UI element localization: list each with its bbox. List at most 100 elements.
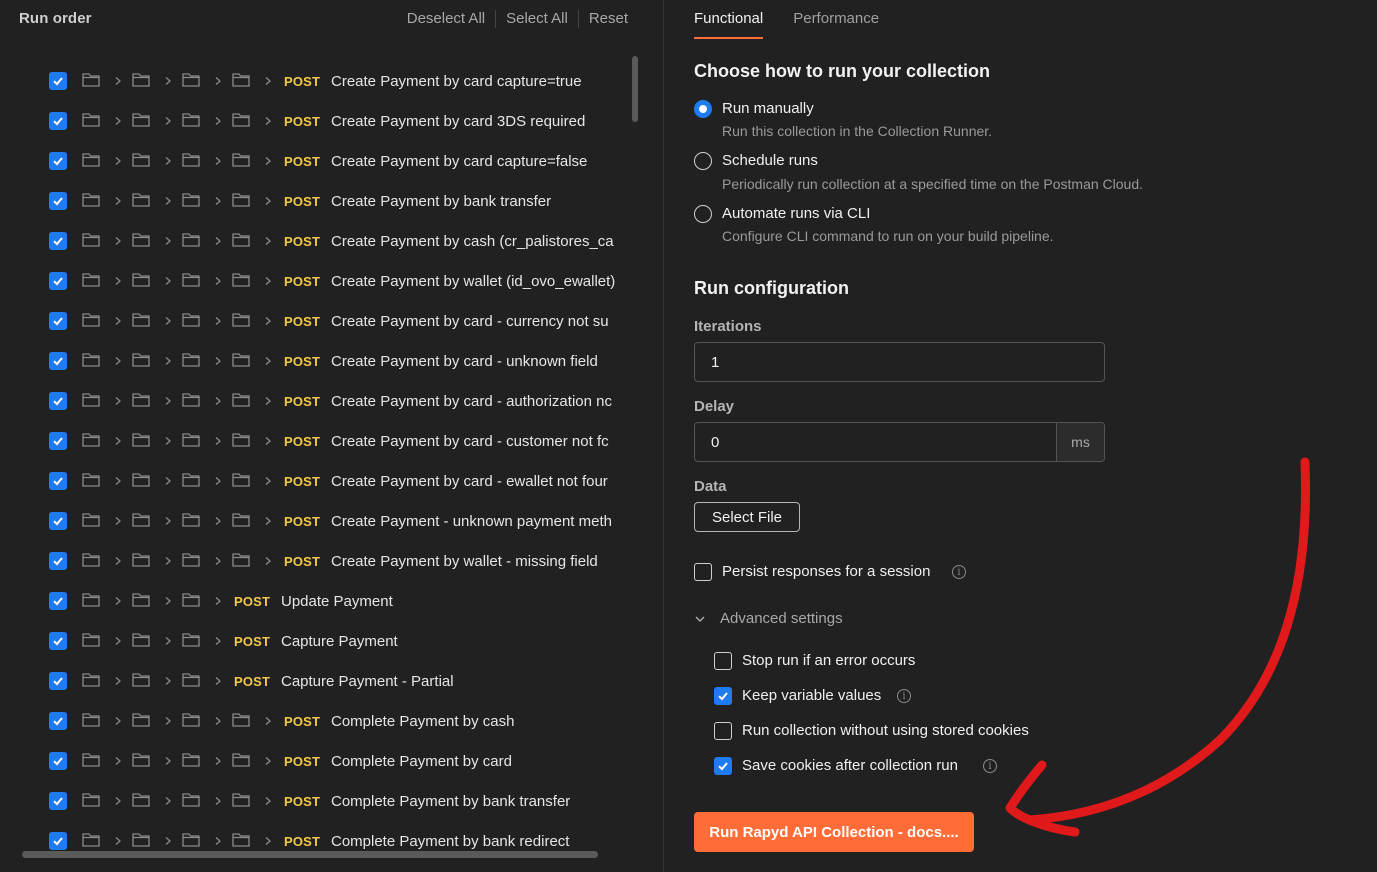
request-checkbox[interactable]	[49, 352, 67, 370]
request-checkbox[interactable]	[49, 192, 67, 210]
advanced-option-label[interactable]: Save cookies after collection run	[742, 757, 958, 774]
advanced-settings-toggle[interactable]: Advanced settings	[694, 610, 843, 627]
request-row[interactable]: POST Create Payment by card - authorizati…	[0, 381, 640, 421]
request-row[interactable]: POST Capture Payment	[0, 621, 640, 661]
request-name[interactable]: Create Payment by cash (cr_palistores_ca	[331, 233, 628, 250]
folder-segment	[232, 552, 282, 571]
request-name[interactable]: Complete Payment by bank redirect	[331, 833, 628, 850]
advanced-option-label[interactable]: Keep variable values	[742, 687, 881, 704]
request-row[interactable]: POST Complete Payment by card	[0, 741, 640, 781]
request-name[interactable]: Create Payment by wallet - missing field	[331, 553, 628, 570]
request-name[interactable]: Create Payment - unknown payment meth	[331, 513, 628, 530]
request-row[interactable]: POST Create Payment by wallet (id_ovo_ewa…	[0, 261, 640, 301]
iterations-input[interactable]: 1	[694, 342, 1105, 382]
request-name[interactable]: Create Payment by card capture=false	[331, 153, 628, 170]
folder-segment	[82, 352, 132, 371]
request-checkbox[interactable]	[49, 552, 67, 570]
request-name[interactable]: Create Payment by wallet (id_ovo_ewallet…	[331, 273, 628, 290]
delay-input[interactable]: 0 ms	[694, 422, 1105, 462]
automate-cli-radio[interactable]	[694, 205, 712, 223]
persist-responses-label[interactable]: Persist responses for a session	[722, 563, 930, 580]
request-name[interactable]: Capture Payment - Partial	[281, 673, 628, 690]
request-name[interactable]: Create Payment by card capture=true	[331, 73, 628, 90]
request-checkbox[interactable]	[49, 112, 67, 130]
request-row[interactable]: POST Update Payment	[0, 581, 640, 621]
chevron-right-icon	[250, 233, 273, 250]
request-checkbox[interactable]	[49, 712, 67, 730]
advanced-option-label[interactable]: Run collection without using stored cook…	[742, 722, 1029, 739]
request-checkbox[interactable]	[49, 272, 67, 290]
request-checkbox[interactable]	[49, 72, 67, 90]
folder-segment	[232, 712, 282, 731]
request-row[interactable]: POST Create Payment by card 3DS required	[0, 101, 640, 141]
request-row[interactable]: POST Create Payment by card - customer no…	[0, 421, 640, 461]
advanced-option-checkbox[interactable]	[714, 652, 732, 670]
request-row[interactable]: POST Create Payment by card - currency no…	[0, 301, 640, 341]
request-name[interactable]: Create Payment by card - ewallet not fou…	[331, 473, 628, 490]
request-checkbox[interactable]	[49, 832, 67, 850]
request-row[interactable]: POST Create Payment by card - unknown fie…	[0, 341, 640, 381]
schedule-runs-radio[interactable]	[694, 152, 712, 170]
folder-segment	[132, 392, 182, 411]
automate-cli-label[interactable]: Automate runs via CLI	[722, 205, 870, 222]
advanced-option-checkbox[interactable]	[714, 687, 732, 705]
schedule-runs-label[interactable]: Schedule runs	[722, 152, 818, 169]
folder-icon	[182, 312, 200, 331]
tab-performance[interactable]: Performance	[793, 10, 879, 39]
info-icon[interactable]: i	[952, 565, 966, 579]
request-name[interactable]: Create Payment by card - authorization n…	[331, 393, 628, 410]
select-file-button[interactable]: Select File	[694, 502, 800, 532]
run-manually-radio[interactable]	[694, 100, 712, 118]
request-name[interactable]: Create Payment by card 3DS required	[331, 113, 628, 130]
request-checkbox[interactable]	[49, 792, 67, 810]
info-icon[interactable]: i	[897, 689, 911, 703]
request-checkbox[interactable]	[49, 312, 67, 330]
tab-functional[interactable]: Functional	[694, 10, 764, 39]
select-all-button[interactable]: Select All	[495, 10, 578, 28]
reset-button[interactable]: Reset	[577, 10, 638, 28]
request-name[interactable]: Create Payment by bank transfer	[331, 193, 628, 210]
request-name[interactable]: Create Payment by card - currency not su	[331, 313, 628, 330]
request-method: POST	[284, 273, 321, 289]
request-row[interactable]: POST Create Payment by card capture=false	[0, 141, 640, 181]
request-row[interactable]: POST Create Payment by cash (cr_palistore…	[0, 221, 640, 261]
folder-segment	[232, 152, 282, 171]
run-manually-label[interactable]: Run manually	[722, 100, 814, 117]
request-checkbox[interactable]	[49, 392, 67, 410]
request-checkbox[interactable]	[49, 152, 67, 170]
request-checkbox[interactable]	[49, 432, 67, 450]
request-checkbox[interactable]	[49, 632, 67, 650]
request-name[interactable]: Complete Payment by bank transfer	[331, 793, 628, 810]
request-checkbox[interactable]	[49, 672, 67, 690]
advanced-option-label[interactable]: Stop run if an error occurs	[742, 652, 915, 669]
request-row[interactable]: POST Create Payment by card - ewallet not…	[0, 461, 640, 501]
request-row[interactable]: POST Create Payment by bank transfer	[0, 181, 640, 221]
request-checkbox[interactable]	[49, 472, 67, 490]
vertical-scrollbar[interactable]	[632, 56, 638, 122]
request-row[interactable]: POST Create Payment by wallet - missing f…	[0, 541, 640, 581]
request-checkbox[interactable]	[49, 752, 67, 770]
request-row[interactable]: POST Complete Payment by bank transfer	[0, 781, 640, 821]
persist-responses-checkbox[interactable]	[694, 563, 712, 581]
request-row[interactable]: POST Create Payment - unknown payment met…	[0, 501, 640, 541]
request-name[interactable]: Complete Payment by cash	[331, 713, 628, 730]
advanced-option-checkbox[interactable]	[714, 757, 732, 775]
request-row[interactable]: POST Capture Payment - Partial	[0, 661, 640, 701]
folder-segment	[82, 752, 132, 771]
request-row[interactable]: POST Complete Payment by cash	[0, 701, 640, 741]
advanced-option-checkbox[interactable]	[714, 722, 732, 740]
horizontal-scrollbar[interactable]	[22, 851, 598, 858]
request-name[interactable]: Complete Payment by card	[331, 753, 628, 770]
request-checkbox[interactable]	[49, 592, 67, 610]
info-icon[interactable]: i	[983, 759, 997, 773]
request-checkbox[interactable]	[49, 232, 67, 250]
request-row[interactable]: POST Create Payment by card capture=true	[0, 61, 640, 101]
run-collection-button[interactable]: Run Rapyd API Collection - docs....	[694, 812, 974, 852]
deselect-all-button[interactable]: Deselect All	[397, 10, 495, 28]
request-checkbox[interactable]	[49, 512, 67, 530]
request-name[interactable]: Update Payment	[281, 593, 628, 610]
request-name[interactable]: Create Payment by card - customer not fc	[331, 433, 628, 450]
request-name[interactable]: Capture Payment	[281, 633, 628, 650]
request-name[interactable]: Create Payment by card - unknown field	[331, 353, 628, 370]
folder-segment	[132, 472, 182, 491]
